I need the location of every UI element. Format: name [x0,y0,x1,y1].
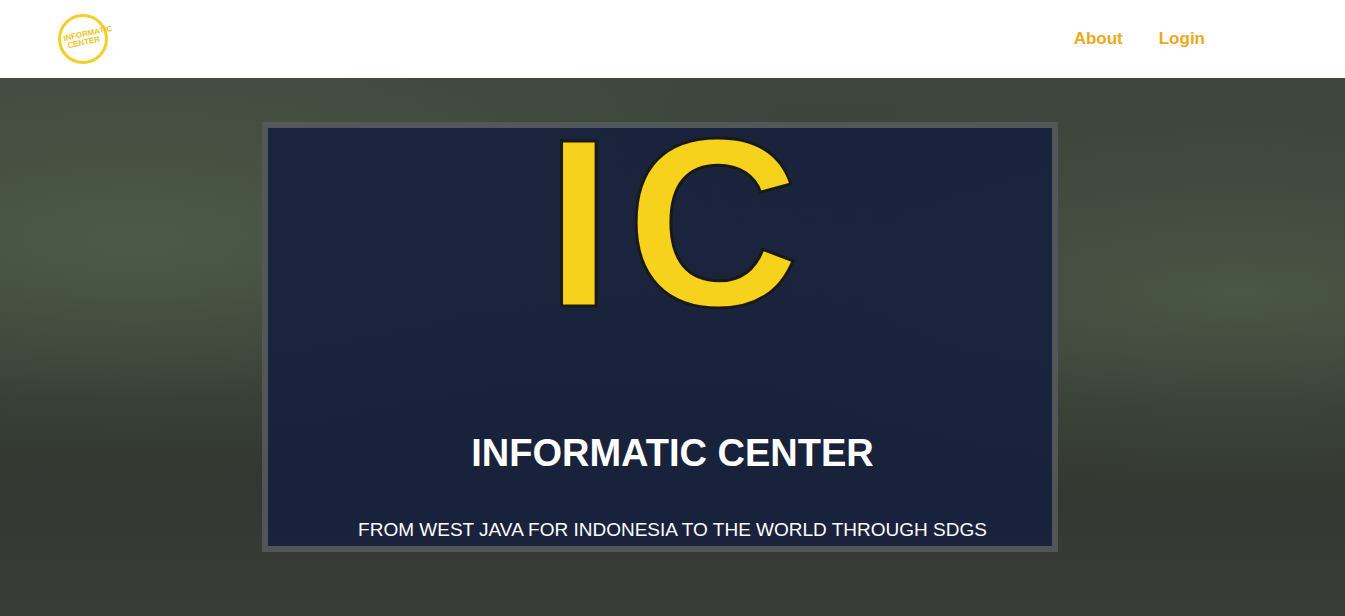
logo[interactable]: INFORMATIC CENTER [58,14,108,64]
hero: IC INFORMATIC CENTER FROM WEST JAVA FOR IN… [0,78,1345,616]
hero-content: IC INFORMATIC CENTER FROM WEST JAVA FOR IN… [0,78,1345,542]
nav-link[interactable]: About [1074,29,1123,49]
nav-link[interactable]: Login [1159,29,1205,49]
header: INFORMATIC CENTER About Login [0,0,1345,78]
landing-page: INFORMATIC CENTER About Login IC INFORMATIC … [0,0,1345,616]
hero-logo: IC [546,108,814,338]
logo-text: INFORMATIC CENTER [63,27,103,51]
hero-title: INFORMATIC CENTER [471,430,874,476]
logo-ring-icon: INFORMATIC CENTER [58,14,108,64]
nav: About Login [1074,29,1205,49]
hero-subtitle: FROM WEST JAVA FOR INDONESIA TO THE WORL… [358,518,987,542]
